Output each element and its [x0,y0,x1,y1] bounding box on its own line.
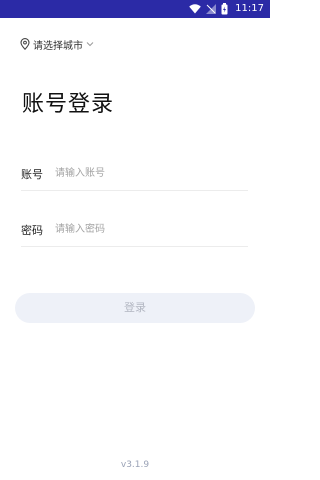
page-title: 账号登录 [22,92,115,117]
status-bar: 11:17 [0,0,270,18]
account-label: 账号 [21,168,43,181]
account-field: 账号 [21,160,248,191]
city-selector[interactable]: 请选择城市 [20,36,94,52]
signal-icon [206,4,217,14]
status-time: 11:17 [235,3,264,14]
battery-icon [221,3,228,15]
password-input[interactable] [55,218,245,240]
city-selector-label: 请选择城市 [33,40,83,52]
status-icons: 11:17 [189,2,264,16]
version-label: v3.1.9 [120,460,150,470]
chevron-down-icon [86,41,94,47]
password-label: 密码 [21,224,43,237]
wifi-icon [189,4,201,14]
account-input[interactable] [55,162,245,184]
password-field: 密码 [21,216,248,247]
login-button[interactable]: 登录 [15,293,255,323]
location-pin-icon [20,38,30,50]
